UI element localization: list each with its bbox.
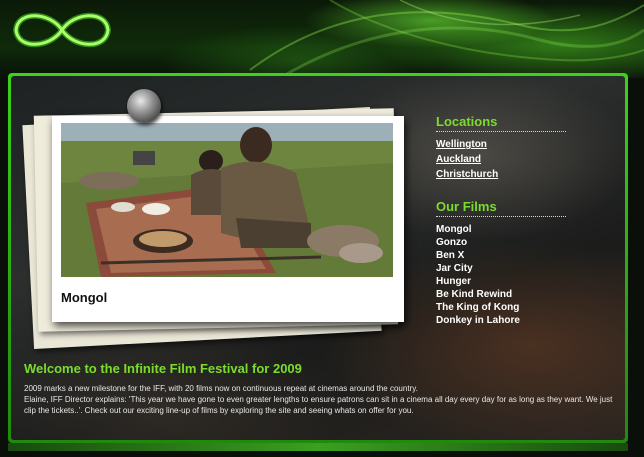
pushpin-icon xyxy=(127,89,161,123)
featured-film-title: Mongol xyxy=(61,290,108,305)
welcome-heading: Welcome to the Infinite Film Festival fo… xyxy=(24,361,302,376)
intro-paragraph-1: 2009 marks a new milestone for the IFF, … xyxy=(24,384,418,393)
sidebar: Locations Wellington Auckland Christchur… xyxy=(436,114,576,327)
header-banner xyxy=(0,0,644,80)
infinity-icon[interactable] xyxy=(4,2,120,58)
film-link-mongol[interactable]: Mongol xyxy=(436,223,576,236)
location-link-wellington[interactable]: Wellington xyxy=(436,139,487,150)
film-link-jar-city[interactable]: Jar City xyxy=(436,262,576,275)
location-link-auckland[interactable]: Auckland xyxy=(436,154,481,165)
locations-heading: Locations xyxy=(436,114,566,132)
film-link-hunger[interactable]: Hunger xyxy=(436,275,576,288)
film-link-be-kind-rewind[interactable]: Be Kind Rewind xyxy=(436,288,576,301)
welcome-intro: 2009 marks a new milestone for the IFF, … xyxy=(24,383,624,416)
mongol-scene-illustration xyxy=(61,123,393,277)
intro-paragraph-2: Elaine, IFF Director explains: 'This yea… xyxy=(24,395,613,415)
locations-list: Wellington Auckland Christchurch xyxy=(436,137,576,180)
film-link-ben-x[interactable]: Ben X xyxy=(436,249,576,262)
location-item: Wellington xyxy=(436,137,576,150)
films-list: Mongol Gonzo Ben X Jar City Hunger Be Ki… xyxy=(436,223,576,327)
films-heading: Our Films xyxy=(436,199,566,217)
film-link-donkey-in-lahore[interactable]: Donkey in Lahore xyxy=(436,314,576,327)
film-link-the-king-of-kong[interactable]: The King of Kong xyxy=(436,301,576,314)
location-link-christchurch[interactable]: Christchurch xyxy=(436,169,498,180)
footer-strip xyxy=(8,443,628,451)
location-item: Auckland xyxy=(436,152,576,165)
featured-film-image[interactable] xyxy=(61,123,393,277)
featured-film-card[interactable]: Mongol xyxy=(52,116,404,322)
location-item: Christchurch xyxy=(436,167,576,180)
film-link-gonzo[interactable]: Gonzo xyxy=(436,236,576,249)
